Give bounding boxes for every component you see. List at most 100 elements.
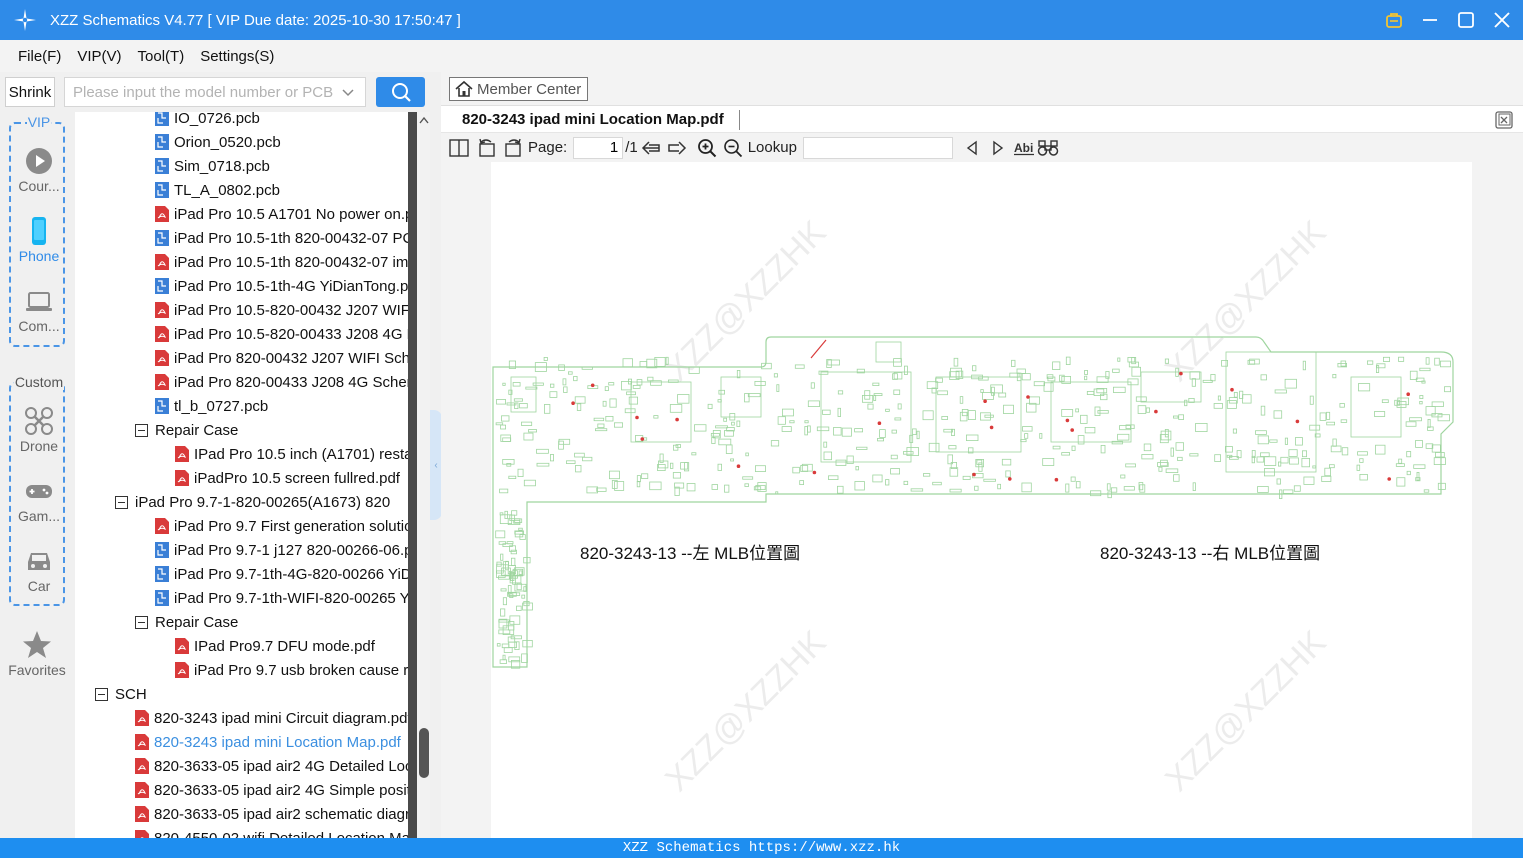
tree-file-item[interactable]: IPad Pro 10.5 inch (A1701) restart: [175, 442, 408, 466]
tree-item-label: iPadPro 10.5 screen fullred.pdf: [194, 469, 400, 487]
collapse-toggle-icon[interactable]: [95, 687, 108, 701]
tree-file-item[interactable]: TL_A_0802.pcb: [155, 178, 280, 202]
collapse-toggle-icon[interactable]: [135, 423, 148, 437]
category-label: Drone: [19, 438, 59, 454]
search-button[interactable]: [376, 77, 425, 107]
tree-item-label: 820-3243 ipad mini Circuit diagram.pdf: [154, 709, 408, 727]
tree-file-item[interactable]: iPad Pro 820-00433 J208 4G Schematic: [155, 370, 408, 394]
menu-tool[interactable]: Tool(T): [138, 48, 185, 65]
tree-file-item[interactable]: Sim_0718.pcb: [155, 154, 270, 178]
match-case-button[interactable]: Abi: [1013, 137, 1035, 159]
tree-item-label: iPad Pro 10.5-1th 820-00432-07 PCB: [174, 229, 408, 247]
zoom-out-button[interactable]: [722, 137, 744, 159]
pcb-file-icon: [155, 542, 169, 558]
tree-scroll-thumb[interactable]: [419, 728, 429, 778]
tree-file-item[interactable]: iPad Pro 820-00432 J207 WIFI Schematic: [155, 346, 408, 370]
pdf-page[interactable]: XZZ@XZZHK XZZ@XZZHK XZZ@XZZHK XZZ@XZZHK …: [491, 162, 1472, 838]
tree-splitter[interactable]: [408, 112, 417, 838]
tree-file-item[interactable]: 820-3633-05 ipad air2 4G Simple position: [135, 778, 408, 802]
menu-settings[interactable]: Settings(S): [200, 48, 274, 65]
find-all-button[interactable]: [1037, 137, 1059, 159]
category-computer[interactable]: Com...: [11, 286, 67, 334]
rotate-left-button[interactable]: [476, 137, 498, 159]
tree-file-item[interactable]: iPad Pro 9.7 usb broken cause repair: [175, 658, 408, 682]
member-center-button[interactable]: Member Center: [449, 77, 588, 101]
pdf-file-icon: [155, 518, 169, 534]
category-game[interactable]: Gam...: [11, 476, 67, 524]
close-document-icon[interactable]: [1495, 111, 1513, 129]
tree-item-label: Repair Case: [155, 421, 239, 439]
tree-file-item[interactable]: iPad Pro 10.5-1th-4G YiDianTong.pcb: [155, 274, 408, 298]
zoom-in-button[interactable]: [696, 137, 718, 159]
previous-page-button[interactable]: [640, 137, 662, 159]
close-window-button[interactable]: [1491, 9, 1513, 31]
tree-folder[interactable]: Repair Case: [135, 610, 238, 634]
tree-item-label: SCH: [115, 685, 147, 703]
tree-file-item[interactable]: iPad Pro 10.5-820-00433 J208 4G LTE: [155, 322, 408, 346]
tree-file-item[interactable]: iPad Pro 10.5 A1701 No power on.pdf: [155, 202, 408, 226]
tree-file-item[interactable]: iPad Pro 10.5-1th 820-00432-07 image: [155, 250, 408, 274]
category-favorites[interactable]: Favorites: [7, 630, 67, 678]
tree-file-item[interactable]: iPad Pro 10.5-820-00432 J207 WIFI: [155, 298, 408, 322]
tree-file-item[interactable]: iPad Pro 9.7-1th-WIFI-820-00265 YiDianTo…: [155, 586, 408, 610]
pdf-file-icon: [155, 374, 169, 390]
category-drone[interactable]: Drone: [11, 406, 67, 454]
tree-folder[interactable]: Repair Case: [135, 418, 238, 442]
category-courses[interactable]: Cour...: [11, 146, 67, 194]
tab-location-map[interactable]: 820-3243 ipad mini Location Map.pdf: [462, 111, 724, 128]
tree-item-label: 820-3633-05 ipad air2 schematic diagram: [154, 805, 408, 823]
pdf-file-icon: [175, 638, 189, 654]
tree-file-item[interactable]: IPad Pro9.7 DFU mode.pdf: [175, 634, 375, 658]
menu-file[interactable]: File(F): [18, 48, 61, 65]
find-next-button[interactable]: [987, 137, 1009, 159]
category-sidebar: VIP Cour... Phone Com... Custom Drone Ga…: [0, 112, 74, 838]
collapse-toggle-icon[interactable]: [135, 615, 148, 629]
rotate-right-button[interactable]: [502, 137, 524, 159]
tree-folder[interactable]: iPad Pro 9.7-1-820-00265(A1673) 820: [115, 490, 390, 514]
tree-file-item[interactable]: 820-3243 ipad mini Circuit diagram.pdf: [135, 706, 408, 730]
tree-file-item[interactable]: iPadPro 10.5 screen fullred.pdf: [175, 466, 400, 490]
category-label: Phone: [18, 248, 60, 264]
minimize-button[interactable]: [1419, 9, 1441, 31]
pcb-file-icon: [155, 112, 169, 126]
menu-vip[interactable]: VIP(V): [77, 48, 121, 65]
pcb-location-map: [492, 336, 1454, 669]
next-page-button[interactable]: [666, 137, 688, 159]
tree-item-label: 820-3243 ipad mini Location Map.pdf: [154, 733, 401, 751]
collapse-toggle-icon[interactable]: [115, 495, 128, 509]
pcb-file-icon: [155, 182, 169, 198]
tree-item-label: iPad Pro 9.7-1th-WIFI-820-00265 YiDianTo…: [174, 589, 408, 607]
pdf-file-icon: [155, 326, 169, 342]
tree-file-item[interactable]: 820-4550-02 wifi Detailed Location Map: [135, 826, 408, 838]
tree-file-item[interactable]: iPad Pro 10.5-1th 820-00432-07 PCB: [155, 226, 408, 250]
toggle-sidebar-button[interactable]: [448, 137, 470, 159]
app-logo-icon: [14, 9, 36, 31]
tree-file-item[interactable]: iPad Pro 9.7-1 j127 820-00266-06.pcb: [155, 538, 408, 562]
model-search-input[interactable]: [73, 83, 333, 101]
category-label: Com...: [18, 318, 60, 334]
maximize-button[interactable]: [1455, 9, 1477, 31]
tree-item-label: iPad Pro 9.7-1th-4G-820-00266 YiDianTong: [174, 565, 408, 583]
model-search-box[interactable]: [64, 77, 366, 107]
vip-bag-icon[interactable]: [1383, 9, 1405, 31]
tree-file-item[interactable]: tl_b_0727.pcb: [155, 394, 268, 418]
tree-folder[interactable]: SCH: [95, 682, 147, 706]
tree-file-item[interactable]: IO_0726.pcb: [155, 112, 260, 130]
scroll-up-icon[interactable]: [419, 116, 429, 124]
tree-file-item[interactable]: iPad Pro 9.7 First generation solution: [155, 514, 408, 538]
tree-file-item[interactable]: iPad Pro 9.7-1th-4G-820-00266 YiDianTong: [155, 562, 408, 586]
tree-file-item[interactable]: 820-3243 ipad mini Location Map.pdf: [135, 730, 401, 754]
pdf-file-icon: [155, 302, 169, 318]
pdf-file-icon: [175, 470, 189, 486]
find-previous-button[interactable]: [961, 137, 983, 159]
pdf-file-icon: [135, 710, 149, 726]
tree-file-item[interactable]: 820-3633-05 ipad air2 4G Detailed Locati…: [135, 754, 408, 778]
lookup-input[interactable]: [802, 136, 953, 159]
shrink-button[interactable]: Shrink: [5, 77, 55, 107]
tree-file-item[interactable]: Orion_0520.pcb: [155, 130, 281, 154]
category-phone[interactable]: Phone: [11, 216, 67, 264]
tree-file-item[interactable]: 820-3633-05 ipad air2 schematic diagram: [135, 802, 408, 826]
page-number-input[interactable]: [573, 136, 624, 159]
chevron-down-icon[interactable]: [341, 86, 355, 100]
category-car[interactable]: Car: [11, 546, 67, 594]
